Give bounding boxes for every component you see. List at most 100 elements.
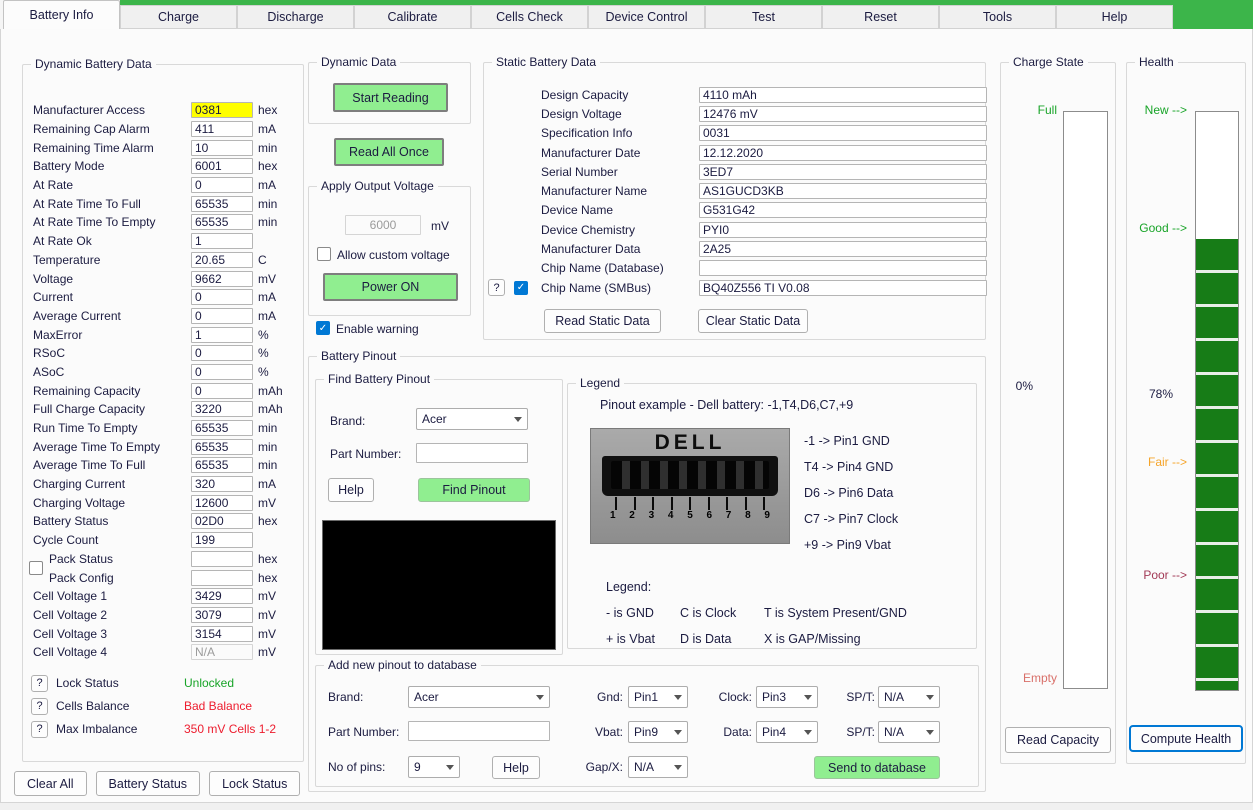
field-value-input[interactable] <box>191 102 253 119</box>
start-reading-button[interactable]: Start Reading <box>333 83 448 112</box>
field-value-input[interactable] <box>699 105 987 122</box>
compute-health-button[interactable]: Compute Health <box>1129 725 1243 752</box>
gnd-select[interactable]: Pin1 <box>628 686 688 708</box>
power-on-button[interactable]: Power ON <box>323 273 458 301</box>
read-capacity-button[interactable]: Read Capacity <box>1005 727 1111 753</box>
legend-entry: D is Data <box>680 632 732 646</box>
field-value-input[interactable] <box>699 183 987 200</box>
field-value-input[interactable] <box>699 202 987 219</box>
field-value-input[interactable] <box>191 177 253 194</box>
field-value-input[interactable] <box>191 270 253 287</box>
read-static-data-button[interactable]: Read Static Data <box>544 309 661 333</box>
pins-selected-value: 9 <box>414 760 421 774</box>
output-voltage-input[interactable] <box>345 215 421 235</box>
table-row: Run Time To Empty min <box>29 419 297 438</box>
chip-name-smbus-checkbox[interactable] <box>514 280 528 295</box>
tab[interactable]: Calibrate <box>354 5 471 29</box>
field-value-input[interactable] <box>699 125 987 142</box>
field-label: Remaining Capacity <box>33 383 141 398</box>
field-value-input[interactable] <box>699 86 987 103</box>
field-value-input[interactable] <box>191 382 253 399</box>
field-value-input[interactable] <box>699 241 987 258</box>
add-part-number-input[interactable] <box>408 721 550 741</box>
help-question-icon[interactable]: ? <box>31 697 48 715</box>
field-value-input[interactable] <box>699 221 987 238</box>
find-pinout-help-button[interactable]: Help <box>328 478 374 502</box>
field-value-input[interactable] <box>191 195 253 212</box>
tab[interactable]: Battery Info <box>3 0 120 29</box>
field-value-input[interactable] <box>191 438 253 455</box>
pack-status-input[interactable] <box>191 550 253 567</box>
group-title: Battery Pinout <box>317 349 401 363</box>
vbat-select[interactable]: Pin9 <box>628 721 688 743</box>
table-row: Temperature C <box>29 251 297 270</box>
field-value-input[interactable] <box>191 644 253 661</box>
tab[interactable]: Discharge <box>237 5 354 29</box>
help-question-icon[interactable]: ? <box>31 720 48 738</box>
tab[interactable]: Help <box>1056 5 1173 29</box>
field-value-input[interactable] <box>191 606 253 623</box>
bottom-button[interactable]: Battery Status <box>95 771 201 796</box>
field-value-input[interactable] <box>191 588 253 605</box>
field-value-input[interactable] <box>191 233 253 250</box>
help-question-icon[interactable]: ? <box>31 674 48 692</box>
field-value-input[interactable] <box>191 121 253 138</box>
field-value-input[interactable] <box>191 363 253 380</box>
help-question-icon[interactable]: ? <box>488 279 505 297</box>
field-value-input[interactable] <box>191 401 253 418</box>
spt1-select[interactable]: N/A <box>878 686 940 708</box>
clear-static-data-button[interactable]: Clear Static Data <box>698 309 808 333</box>
table-row: ASoC % <box>29 363 297 382</box>
spt2-selected-value: N/A <box>884 725 905 739</box>
part-number-input[interactable] <box>416 443 528 463</box>
bottom-button[interactable]: Clear All <box>14 771 87 796</box>
field-value-input[interactable] <box>699 144 987 161</box>
field-value-input[interactable] <box>699 163 987 180</box>
bottom-button[interactable]: Lock Status <box>209 771 301 796</box>
tab[interactable]: Device Control <box>588 5 705 29</box>
gap-select[interactable]: N/A <box>628 756 688 778</box>
tab[interactable]: Test <box>705 5 822 29</box>
add-brand-select[interactable]: Acer <box>408 686 550 708</box>
brand-select[interactable]: Acer <box>416 408 528 430</box>
add-pinout-help-button[interactable]: Help <box>492 756 540 779</box>
field-value-input[interactable] <box>191 457 253 474</box>
spt2-select[interactable]: N/A <box>878 721 940 743</box>
pack-checkbox[interactable] <box>29 561 43 576</box>
pack-config-input[interactable] <box>191 569 253 586</box>
find-pinout-button[interactable]: Find Pinout <box>418 478 530 502</box>
tab[interactable]: Tools <box>939 5 1056 29</box>
field-value-input[interactable] <box>699 260 987 277</box>
field-value-input[interactable] <box>191 513 253 530</box>
field-value-input[interactable] <box>191 420 253 437</box>
field-value-input[interactable] <box>191 326 253 343</box>
table-row: At Rate Ok <box>29 232 297 251</box>
table-row: Remaining Time Alarm min <box>29 138 297 157</box>
allow-custom-voltage-checkbox[interactable] <box>317 247 331 261</box>
tab[interactable]: Reset <box>822 5 939 29</box>
field-value-input[interactable] <box>191 476 253 493</box>
legend-entry: X is GAP/Missing <box>764 632 861 646</box>
field-value-input[interactable] <box>191 139 253 156</box>
spt-label: SP/T: <box>846 690 875 704</box>
field-value-input[interactable] <box>191 494 253 511</box>
field-value-input[interactable] <box>191 307 253 324</box>
send-to-database-button[interactable]: Send to database <box>814 756 940 779</box>
tab[interactable]: Cells Check <box>471 5 588 29</box>
no-of-pins-select[interactable]: 9 <box>408 756 460 778</box>
read-all-once-button[interactable]: Read All Once <box>334 138 444 166</box>
tab-label: Help <box>1101 10 1128 24</box>
field-value-input[interactable] <box>191 214 253 231</box>
enable-warning-checkbox[interactable] <box>316 321 330 335</box>
tab[interactable]: Charge <box>120 5 237 29</box>
field-label: Cycle Count <box>33 533 99 548</box>
chip-name-smbus-input[interactable] <box>699 279 987 296</box>
field-value-input[interactable] <box>191 289 253 306</box>
field-value-input[interactable] <box>191 345 253 362</box>
field-value-input[interactable] <box>191 625 253 642</box>
field-value-input[interactable] <box>191 532 253 549</box>
data-select[interactable]: Pin4 <box>756 721 818 743</box>
field-value-input[interactable] <box>191 251 253 268</box>
field-value-input[interactable] <box>191 158 253 175</box>
clock-select[interactable]: Pin3 <box>756 686 818 708</box>
